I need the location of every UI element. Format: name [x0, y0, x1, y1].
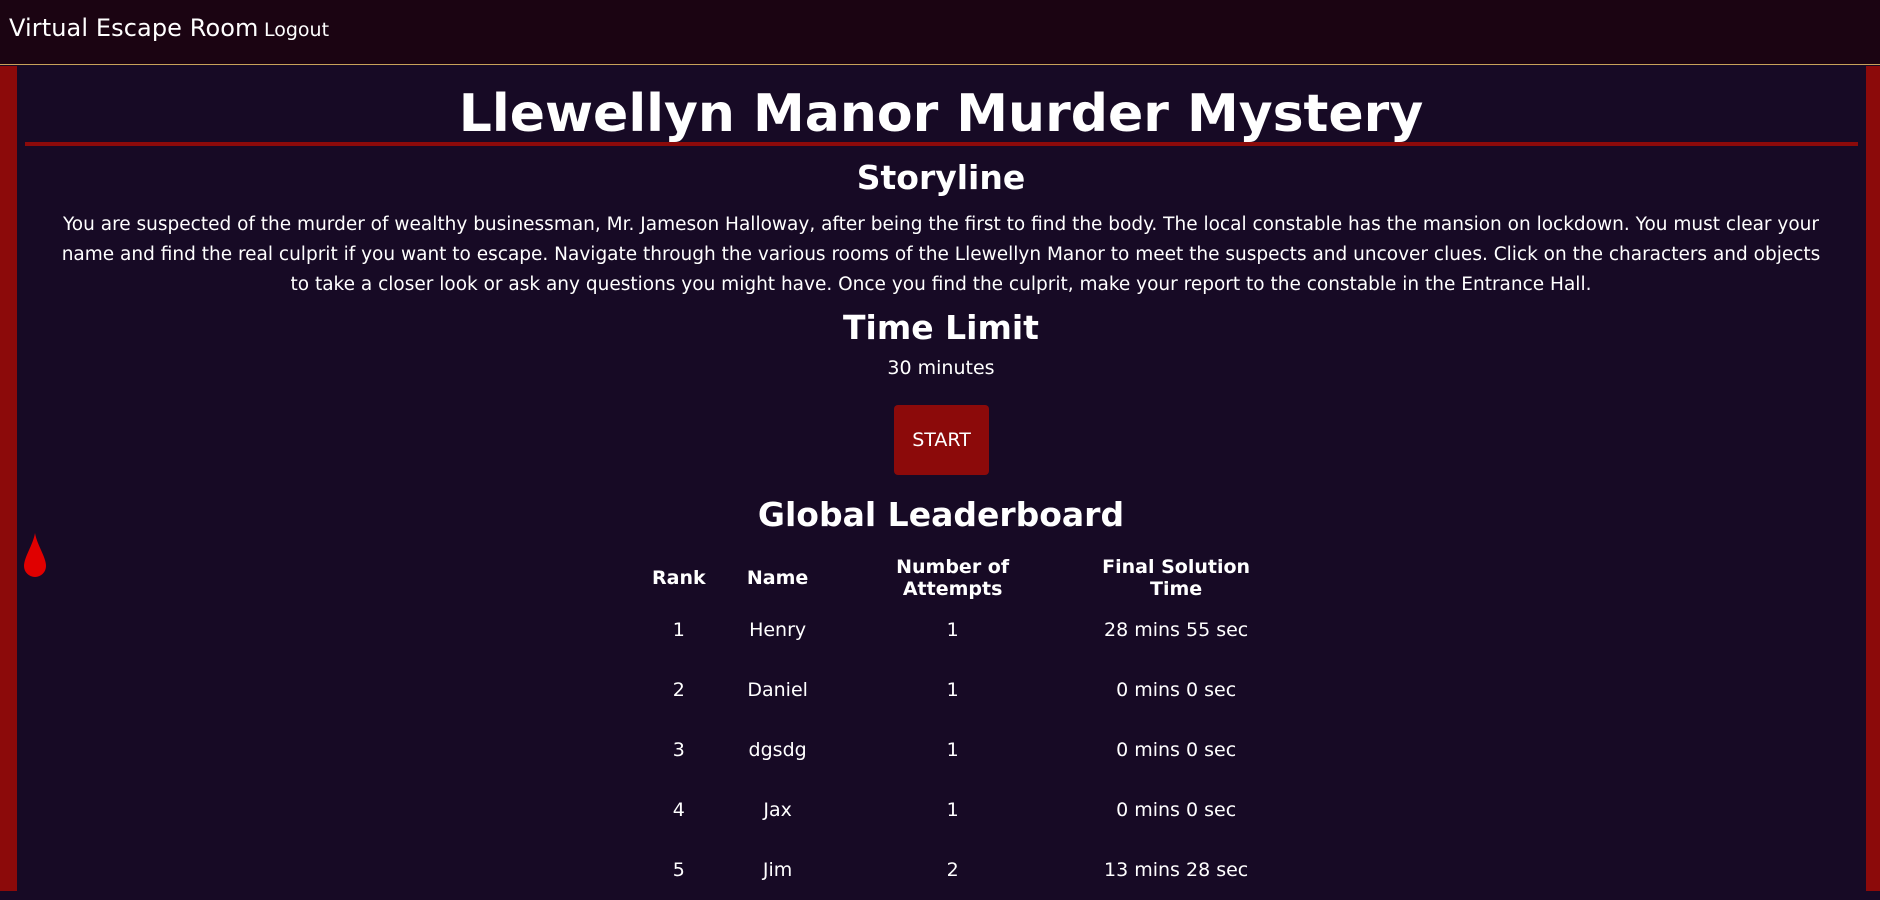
- cell-name: Daniel: [747, 679, 808, 701]
- page-title: Llewellyn Manor Murder Mystery: [458, 84, 1424, 144]
- cell-time: 0 mins 0 sec: [1116, 679, 1237, 701]
- cell-time: 0 mins 0 sec: [1116, 799, 1237, 821]
- header-time: Final Solution Time: [1102, 556, 1251, 600]
- table-row: 2 Daniel 1 0 mins 0 sec: [638, 660, 1283, 720]
- cell-rank: 4: [672, 799, 685, 821]
- table-row: 1 Henry 1 28 mins 55 sec: [638, 600, 1283, 660]
- cell-time: 13 mins 28 sec: [1104, 859, 1249, 881]
- cell-name: Jim: [762, 859, 793, 881]
- table-row: 3 dgsdg 1 0 mins 0 sec: [638, 720, 1283, 780]
- left-red-border: [0, 66, 17, 891]
- logout-link[interactable]: Logout: [264, 19, 329, 41]
- storyline-text: You are suspected of the murder of wealt…: [61, 214, 1821, 295]
- cell-attempts: 1: [946, 739, 959, 761]
- cell-attempts: 1: [946, 679, 959, 701]
- time-limit-value: 30 minutes: [887, 357, 995, 379]
- cell-name: Henry: [749, 619, 807, 641]
- table-row: 5 Jim 2 13 mins 28 sec: [638, 840, 1283, 900]
- navbar: Virtual Escape Room Logout: [0, 0, 1880, 65]
- leaderboard-table: Rank Name Number of Attempts Final Solut…: [638, 556, 1283, 900]
- header-attempts: Number of Attempts: [896, 556, 1010, 600]
- title-divider: [25, 142, 1858, 146]
- header-rank: Rank: [652, 567, 706, 589]
- start-button[interactable]: START: [894, 405, 989, 475]
- cell-attempts: 2: [946, 859, 959, 881]
- cell-attempts: 1: [946, 619, 959, 641]
- cell-name: dgsdg: [748, 739, 807, 761]
- cell-time: 0 mins 0 sec: [1116, 739, 1237, 761]
- cell-rank: 1: [672, 619, 685, 641]
- blood-drop-icon: [24, 533, 46, 577]
- leaderboard-header-row: Rank Name Number of Attempts Final Solut…: [638, 556, 1283, 600]
- storyline-heading: Storyline: [856, 158, 1026, 197]
- right-red-border: [1866, 66, 1880, 891]
- cell-time: 28 mins 55 sec: [1104, 619, 1249, 641]
- leaderboard-heading: Global Leaderboard: [757, 495, 1125, 534]
- cell-rank: 5: [672, 859, 685, 881]
- cell-name: Jax: [763, 799, 792, 821]
- brand-link[interactable]: Virtual Escape Room: [9, 14, 259, 42]
- time-limit-heading: Time Limit: [843, 308, 1039, 347]
- cell-rank: 3: [672, 739, 685, 761]
- header-name: Name: [746, 567, 809, 589]
- cell-attempts: 1: [946, 799, 959, 821]
- cell-rank: 2: [672, 679, 685, 701]
- table-row: 4 Jax 1 0 mins 0 sec: [638, 780, 1283, 840]
